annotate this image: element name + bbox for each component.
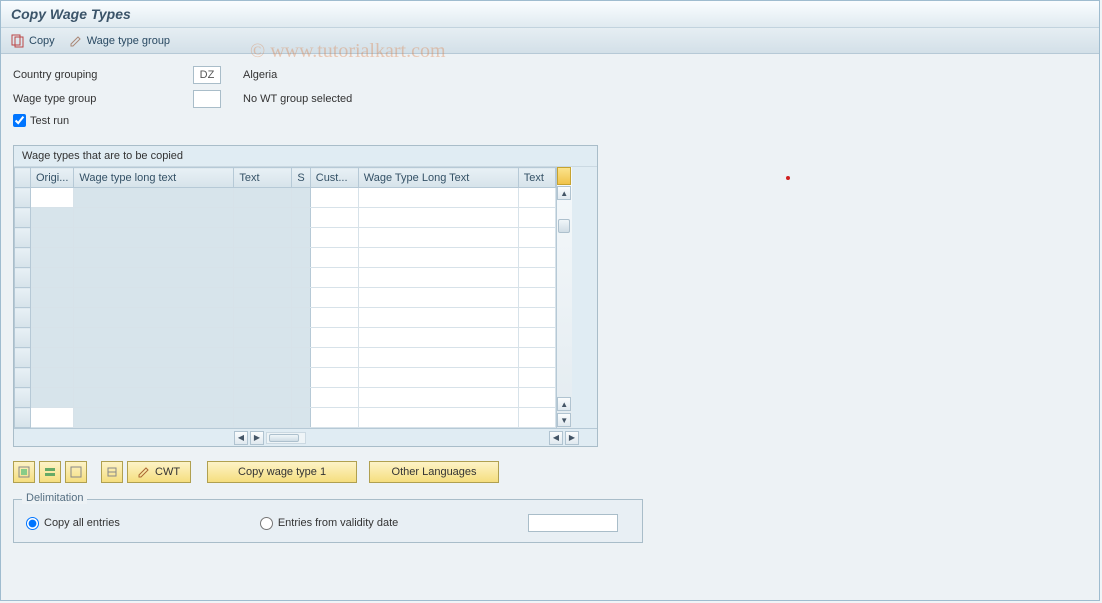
copy-wage-type-1-button[interactable]: Copy wage type 1 xyxy=(207,461,357,483)
wage-type-group-button[interactable]: Wage type group xyxy=(69,34,170,48)
table-row[interactable] xyxy=(15,268,556,288)
country-grouping-label: Country grouping xyxy=(13,69,193,81)
table-row[interactable] xyxy=(15,288,556,308)
table-row[interactable] xyxy=(15,188,556,208)
col-text-r[interactable]: Text xyxy=(518,168,555,188)
page-title: Copy Wage Types xyxy=(1,1,1099,28)
table-row[interactable] xyxy=(15,208,556,228)
marker-dot xyxy=(786,176,790,180)
copy-label: Copy xyxy=(29,35,55,47)
action-button-row: CWT Copy wage type 1 Other Languages xyxy=(13,461,1087,483)
table-row[interactable] xyxy=(15,248,556,268)
validity-date-input[interactable] xyxy=(528,514,618,532)
wage-types-table-frame: Wage types that are to be copied Origi..… xyxy=(13,145,598,447)
delimitation-legend: Delimitation xyxy=(22,492,87,504)
test-run-checkbox[interactable] xyxy=(13,114,26,127)
pencil-icon xyxy=(138,466,150,478)
table-row[interactable] xyxy=(15,408,556,428)
col-cust[interactable]: Cust... xyxy=(310,168,358,188)
toolbar: Copy Wage type group xyxy=(1,28,1099,54)
country-grouping-name: Algeria xyxy=(243,69,277,81)
wage-type-group-label: Wage type group xyxy=(87,35,170,47)
col-wt-long-text-l[interactable]: Wage type long text xyxy=(74,168,234,188)
hscroll-left-next-icon[interactable]: ▶ xyxy=(250,431,264,445)
wage-types-table[interactable]: Origi... Wage type long text Text S Cust… xyxy=(14,167,556,428)
delimitation-group: Delimitation Copy all entries Entries fr… xyxy=(13,499,643,543)
table-row[interactable] xyxy=(15,388,556,408)
hscroll-right-prev-icon[interactable]: ◀ xyxy=(549,431,563,445)
col-text-l[interactable]: Text xyxy=(234,168,292,188)
hscroll-left-prev-icon[interactable]: ◀ xyxy=(234,431,248,445)
wage-type-group-name: No WT group selected xyxy=(243,93,352,105)
cwt-label: CWT xyxy=(155,466,180,478)
hscroll-left[interactable]: ◀ ▶ xyxy=(234,429,306,446)
copy-wt1-label: Copy wage type 1 xyxy=(238,466,326,478)
hscroll-right-next-icon[interactable]: ▶ xyxy=(565,431,579,445)
country-grouping-input[interactable] xyxy=(193,66,221,84)
iconbtn-2[interactable] xyxy=(39,461,61,483)
scroll-down-icon[interactable]: ▲ xyxy=(557,397,571,411)
copy-icon xyxy=(11,34,25,48)
iconbtn-1[interactable] xyxy=(13,461,35,483)
wage-type-group-input[interactable] xyxy=(193,90,221,108)
scroll-up-icon[interactable]: ▲ xyxy=(557,186,571,200)
other-lang-label: Other Languages xyxy=(392,466,477,478)
copy-button[interactable]: Copy xyxy=(11,34,55,48)
cwt-button[interactable]: CWT xyxy=(127,461,191,483)
iconbtn-4[interactable] xyxy=(101,461,123,483)
scroll-down2-icon[interactable]: ▼ xyxy=(557,413,571,427)
entries-from-date-radio[interactable] xyxy=(260,517,273,530)
copy-all-entries-radio[interactable] xyxy=(26,517,39,530)
pencil-icon xyxy=(69,34,83,48)
hscroll-right[interactable]: ◀ ▶ xyxy=(549,429,579,446)
copy-all-entries-label: Copy all entries xyxy=(44,517,120,529)
table-title: Wage types that are to be copied xyxy=(14,146,597,167)
test-run-label: Test run xyxy=(30,115,69,127)
other-languages-button[interactable]: Other Languages xyxy=(369,461,499,483)
iconbtn-3[interactable] xyxy=(65,461,87,483)
col-origi[interactable]: Origi... xyxy=(31,168,74,188)
col-wt-long-text-r[interactable]: Wage Type Long Text xyxy=(358,168,518,188)
table-row[interactable] xyxy=(15,308,556,328)
table-row[interactable] xyxy=(15,348,556,368)
table-row[interactable] xyxy=(15,368,556,388)
table-row[interactable] xyxy=(15,228,556,248)
table-row[interactable] xyxy=(15,328,556,348)
scroll-thumb[interactable] xyxy=(558,219,570,233)
wage-type-group-field-label: Wage type group xyxy=(13,93,193,105)
entries-from-date-label: Entries from validity date xyxy=(278,517,398,529)
col-s[interactable]: S xyxy=(292,168,310,188)
vertical-scrollbar[interactable]: ▲ ▲ ▼ xyxy=(556,167,572,428)
table-config-icon[interactable] xyxy=(557,167,571,185)
